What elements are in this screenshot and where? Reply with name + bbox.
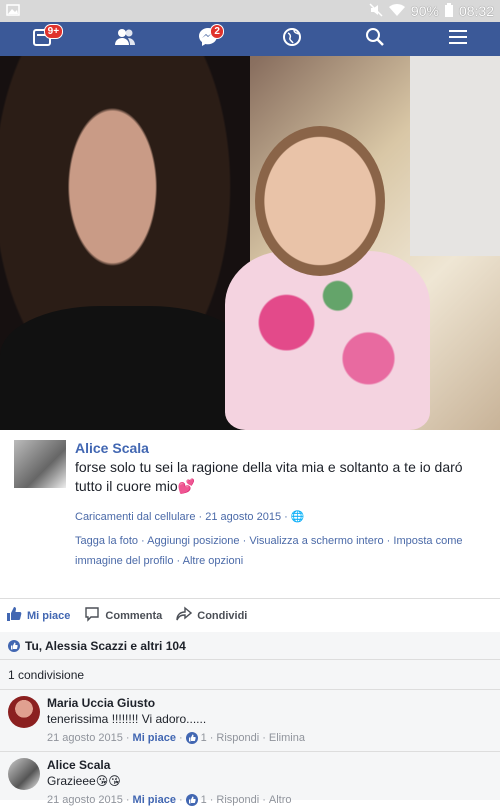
post-meta: Caricamenti dal cellulare · 21 agosto 20… xyxy=(75,511,305,523)
comment-more-link[interactable]: Altro xyxy=(269,794,292,806)
mute-icon xyxy=(369,2,383,20)
comment-like-link[interactable]: Mi piace xyxy=(133,732,176,744)
comment-meta: 21 agosto 2015 · Mi piace · 1 · Rispondi… xyxy=(47,794,292,806)
post-date: 21 agosto 2015 xyxy=(205,511,282,523)
friends-icon xyxy=(114,28,136,51)
wifi-icon xyxy=(388,3,405,20)
privacy-icon: 🌐 xyxy=(290,511,305,523)
battery-level: 90% xyxy=(410,3,439,19)
share-button[interactable]: Condividi xyxy=(176,606,247,625)
comment-like-icon xyxy=(185,794,198,806)
like-button[interactable]: Mi piace xyxy=(6,606,70,625)
like-label: Mi piace xyxy=(27,609,71,622)
nav-notifications[interactable]: 9+ xyxy=(22,22,64,56)
nav-friends[interactable] xyxy=(105,22,145,56)
thumbs-up-icon xyxy=(6,606,22,625)
shares-text: 1 condivisione xyxy=(8,667,85,682)
comment-like-link[interactable]: Mi piace xyxy=(133,794,176,806)
comment-icon xyxy=(84,606,100,625)
add-location-link[interactable]: Aggiungi posizione xyxy=(147,535,239,547)
notifications-badge: 9+ xyxy=(43,24,64,39)
photo-child-dress xyxy=(225,251,430,430)
photo-options: Tagga la foto · Aggiungi posizione · Vis… xyxy=(75,535,463,567)
comment-delete-link[interactable]: Elimina xyxy=(269,732,305,744)
post-caption: forse solo tu sei la ragione della vita … xyxy=(75,459,463,494)
comment-label: Commenta xyxy=(105,609,163,622)
post-details: Alice Scala forse solo tu sei la ragione… xyxy=(0,430,500,571)
photo-woman-shirt xyxy=(0,306,250,430)
fullscreen-link[interactable]: Visualizza a schermo intero xyxy=(249,535,383,547)
nav-messages[interactable]: 2 xyxy=(188,22,228,56)
commenter-avatar[interactable] xyxy=(8,696,40,728)
shares-summary[interactable]: 1 condivisione xyxy=(0,660,500,690)
share-icon xyxy=(176,606,193,625)
action-bar: Mi piace Commenta Condividi xyxy=(0,598,500,632)
photo-child-face xyxy=(255,126,385,276)
nav-globe[interactable] xyxy=(272,22,312,56)
share-label: Condividi xyxy=(197,609,248,622)
author-avatar[interactable] xyxy=(14,440,66,488)
comment-text: Grazieee😘😘 xyxy=(47,774,121,788)
comment-date: 21 agosto 2015 xyxy=(47,794,123,806)
messages-badge: 2 xyxy=(210,24,224,39)
more-options-link[interactable]: Altre opzioni xyxy=(183,555,244,567)
photo-background-wall xyxy=(410,56,500,256)
battery-icon xyxy=(444,2,453,20)
nav-search[interactable] xyxy=(355,22,395,56)
commenter-avatar[interactable] xyxy=(8,758,40,790)
comment-text: tenerissima !!!!!!!! Vi adoro...... xyxy=(47,712,207,726)
comment-reply-link[interactable]: Rispondi xyxy=(216,794,259,806)
commenter-name[interactable]: Alice Scala xyxy=(47,758,292,772)
comment-like-count: 1 xyxy=(200,732,207,744)
comment-item: Maria Uccia Giusto tenerissima !!!!!!!! … xyxy=(0,690,500,752)
search-icon xyxy=(365,27,385,52)
nav-menu[interactable] xyxy=(438,22,478,56)
tag-photo-link[interactable]: Tagga la foto xyxy=(75,535,138,547)
hamburger-icon xyxy=(448,28,468,51)
comment-meta: 21 agosto 2015 · Mi piace · 1 · Rispondi… xyxy=(47,732,305,744)
comment-like-icon xyxy=(185,732,198,744)
globe-icon xyxy=(282,27,302,52)
comment-button[interactable]: Commenta xyxy=(84,606,162,625)
comment-item: Alice Scala Grazieee😘😘 21 agosto 2015 · … xyxy=(0,752,500,806)
like-reaction-icon xyxy=(8,639,20,652)
comment-like-count: 1 xyxy=(200,794,207,806)
status-bar: 90% 08:32 xyxy=(0,0,500,22)
likes-summary[interactable]: Tu, Alessia Scazzi e altri 104 xyxy=(0,632,500,660)
likes-text: Tu, Alessia Scazzi e altri 104 xyxy=(25,638,186,653)
top-nav: 9+ 2 xyxy=(0,22,500,56)
clock: 08:32 xyxy=(458,3,494,19)
gallery-icon xyxy=(6,3,20,20)
commenter-name[interactable]: Maria Uccia Giusto xyxy=(47,696,305,710)
post-photo[interactable] xyxy=(0,56,500,430)
album-link[interactable]: Caricamenti dal cellulare xyxy=(75,511,195,523)
comment-reply-link[interactable]: Rispondi xyxy=(216,732,259,744)
post-author[interactable]: Alice Scala xyxy=(75,440,485,456)
comment-date: 21 agosto 2015 xyxy=(47,732,123,744)
